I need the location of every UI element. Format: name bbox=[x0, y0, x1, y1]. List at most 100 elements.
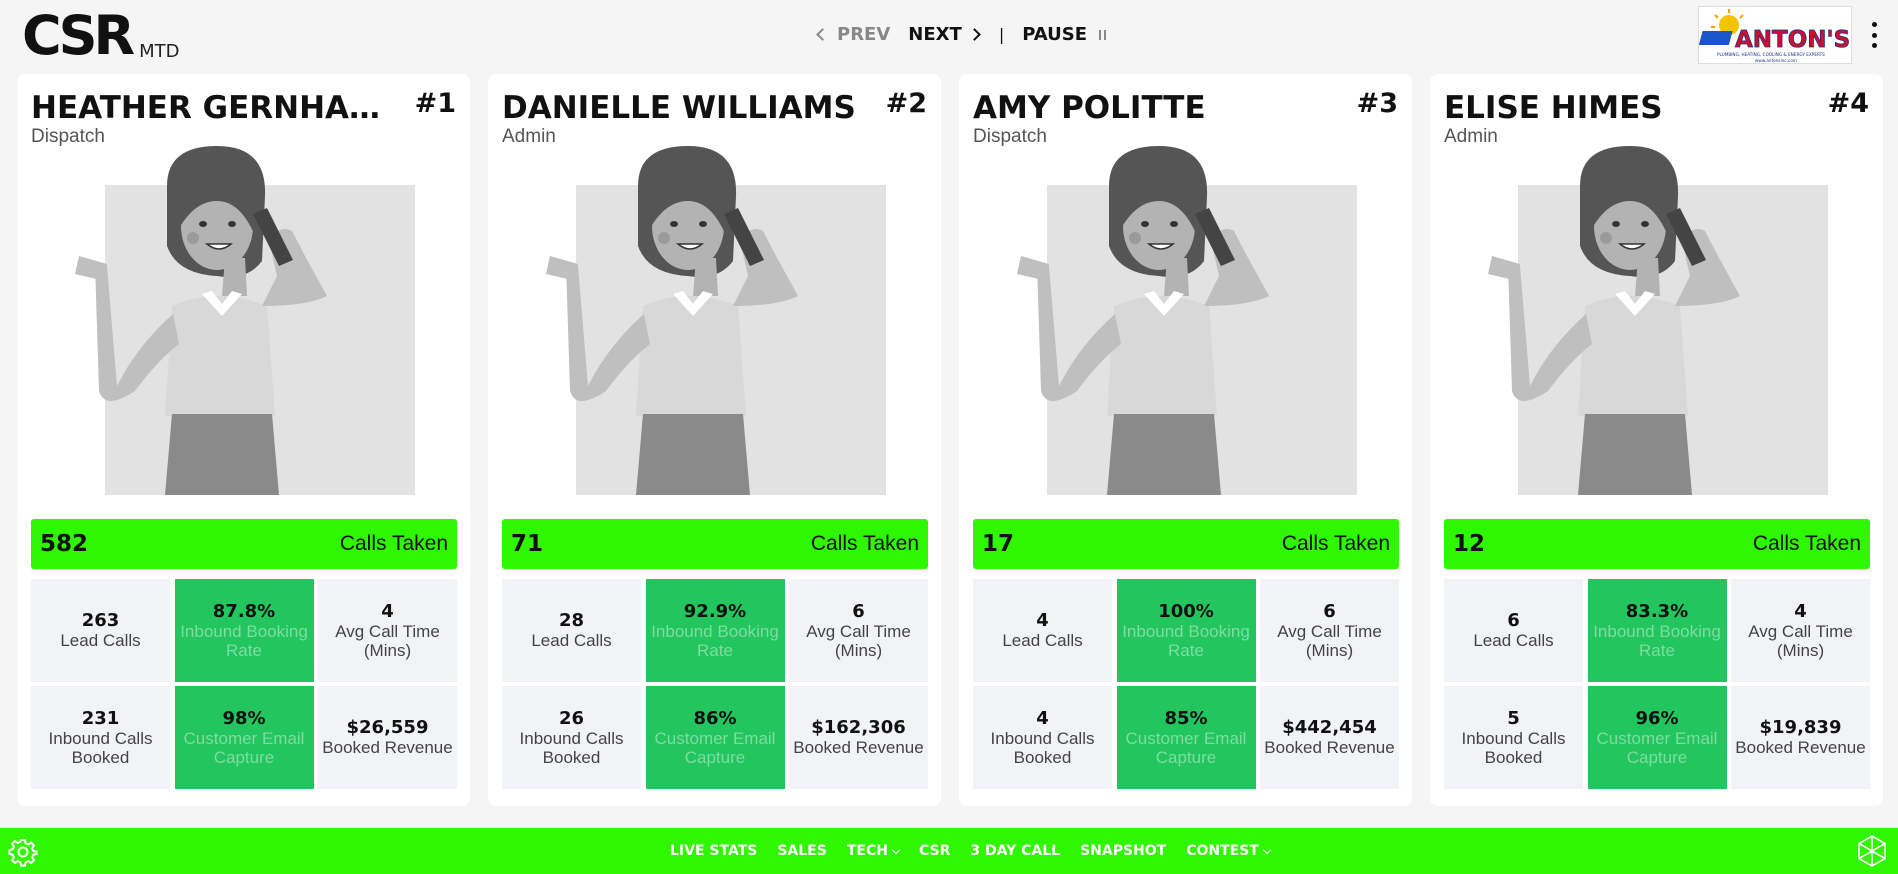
footer-item-label: CSR bbox=[918, 843, 951, 859]
nav-separator: | bbox=[998, 25, 1005, 44]
chevron-down-icon bbox=[891, 845, 901, 854]
prev-button[interactable]: PREV bbox=[816, 24, 891, 45]
next-button[interactable]: NEXT bbox=[908, 24, 981, 45]
stat-booked-revenue: $162,306 Booked Revenue bbox=[789, 686, 928, 789]
stat-value: $162,306 bbox=[811, 717, 906, 738]
stat-avg-call-time: 6 Avg Call Time (Mins) bbox=[789, 579, 928, 682]
calls-taken-bar: 71 Calls Taken bbox=[502, 519, 928, 569]
top-bar: CSR MTD PREV NEXT | PAUSE ANTON'S PLUMBI… bbox=[0, 0, 1898, 72]
calls-taken-bar: 12 Calls Taken bbox=[1444, 519, 1870, 569]
page-brand: CSR MTD bbox=[22, 8, 180, 64]
stat-lead-calls: 6 Lead Calls bbox=[1444, 579, 1583, 682]
stat-label: Inbound Calls Booked bbox=[990, 728, 1095, 767]
page-title: CSR bbox=[22, 4, 135, 67]
stat-label: Inbound Calls Booked bbox=[48, 728, 153, 767]
stat-avg-call-time: 6 Avg Call Time (Mins) bbox=[1260, 579, 1399, 682]
stat-value: 6 bbox=[852, 600, 865, 622]
stat-booked-revenue: $19,839 Booked Revenue bbox=[1731, 686, 1870, 789]
gear-icon[interactable] bbox=[8, 837, 38, 867]
stat-label: Lead Calls bbox=[1473, 631, 1554, 650]
employee-role: Admin bbox=[502, 126, 556, 147]
stat-value: $26,559 bbox=[346, 717, 429, 738]
footer-item-snapshot[interactable]: SNAPSHOT bbox=[1080, 843, 1166, 859]
chevron-down-icon bbox=[1262, 845, 1272, 854]
stat-label: Avg Call Time (Mins) bbox=[335, 621, 440, 660]
footer-item-live-stats[interactable]: LIVE STATS bbox=[670, 843, 757, 859]
stat-value: 231 bbox=[81, 707, 120, 729]
stat-label: Inbound Booking Rate bbox=[1593, 621, 1721, 660]
stat-inbound-booking-rate: 87.8% Inbound Booking Rate bbox=[174, 579, 314, 682]
avatar bbox=[57, 146, 437, 502]
footer-item-label: CONTEST bbox=[1186, 843, 1259, 859]
stat-lead-calls: 263 Lead Calls bbox=[31, 579, 170, 682]
stat-label: Inbound Booking Rate bbox=[651, 621, 779, 660]
employee-card: DANIELLE WILLIAMS #2 Admin 71 Calls Take… bbox=[488, 74, 941, 806]
prev-label: PREV bbox=[837, 24, 891, 45]
calls-taken-label: Calls Taken bbox=[1281, 532, 1390, 555]
stat-value: 4 bbox=[1036, 610, 1049, 631]
stat-label: Booked Revenue bbox=[1735, 738, 1866, 757]
footer-item-contest[interactable]: CONTEST bbox=[1186, 843, 1272, 859]
stat-label: Lead Calls bbox=[60, 631, 141, 650]
employee-rank: #2 bbox=[885, 88, 927, 119]
calls-taken-label: Calls Taken bbox=[1752, 532, 1861, 555]
employee-card: HEATHER GERNHARDT #1 Dispatch 582 Calls … bbox=[17, 74, 470, 806]
stat-label: Customer Email Capture bbox=[654, 728, 776, 767]
footer-item-label: SALES bbox=[777, 843, 827, 859]
stat-label: Booked Revenue bbox=[322, 738, 453, 757]
kebab-menu-icon[interactable] bbox=[1872, 22, 1878, 48]
stat-inbound-booking-rate: 83.3% Inbound Booking Rate bbox=[1587, 579, 1727, 682]
employee-card: AMY POLITTE #3 Dispatch 17 Calls Taken 4… bbox=[959, 74, 1412, 806]
stat-value: 98% bbox=[222, 707, 266, 729]
stat-booked-revenue: $26,559 Booked Revenue bbox=[318, 686, 457, 789]
footer-item-3-day-call[interactable]: 3 DAY CALL bbox=[970, 843, 1060, 859]
calls-taken-bar: 582 Calls Taken bbox=[31, 519, 457, 569]
stat-label: Inbound Calls Booked bbox=[1461, 728, 1566, 767]
stat-customer-email-capture: 96% Customer Email Capture bbox=[1587, 686, 1727, 789]
employee-name: AMY POLITTE bbox=[973, 90, 1206, 126]
stat-label: Lead Calls bbox=[531, 631, 612, 650]
stat-avg-call-time: 4 Avg Call Time (Mins) bbox=[1731, 579, 1870, 682]
stat-label: Booked Revenue bbox=[793, 738, 924, 757]
employee-name: DANIELLE WILLIAMS bbox=[502, 90, 856, 126]
carousel-controls: PREV NEXT | PAUSE bbox=[816, 24, 1106, 45]
chevron-right-icon bbox=[967, 28, 981, 41]
employee-rank: #3 bbox=[1356, 88, 1398, 119]
company-logo: ANTON'S PLUMBING, HEATING, COOLING & ENE… bbox=[1698, 6, 1852, 64]
employee-name: ELISE HIMES bbox=[1444, 90, 1663, 126]
stat-value: 87.8% bbox=[212, 600, 276, 622]
avatar bbox=[999, 146, 1379, 502]
svg-text:ANTON'S: ANTON'S bbox=[1735, 27, 1850, 53]
stat-label: Customer Email Capture bbox=[1125, 728, 1247, 767]
calls-taken-value: 582 bbox=[40, 531, 89, 557]
footer-item-tech[interactable]: TECH bbox=[847, 843, 901, 859]
footer-item-sales[interactable]: SALES bbox=[777, 843, 827, 859]
stat-value: 4 bbox=[1794, 600, 1807, 622]
stats-grid: 4 Lead Calls 100% Inbound Booking Rate 6 Av… bbox=[973, 579, 1399, 789]
stat-inbound-calls-booked: 4 Inbound Calls Booked bbox=[973, 686, 1112, 789]
stat-customer-email-capture: 98% Customer Email Capture bbox=[174, 686, 314, 789]
footer-item-csr[interactable]: CSR bbox=[919, 843, 950, 859]
stat-value: 96% bbox=[1635, 707, 1679, 729]
pause-icon bbox=[1099, 29, 1106, 40]
stat-label: Avg Call Time (Mins) bbox=[1277, 621, 1382, 660]
stat-lead-calls: 28 Lead Calls bbox=[502, 579, 641, 682]
pause-button[interactable]: PAUSE bbox=[1022, 24, 1106, 45]
stat-inbound-booking-rate: 92.9% Inbound Booking Rate bbox=[645, 579, 785, 682]
stat-value: 100% bbox=[1158, 600, 1214, 622]
calls-taken-label: Calls Taken bbox=[810, 532, 919, 555]
chevron-left-icon bbox=[816, 28, 829, 41]
next-label: NEXT bbox=[908, 24, 962, 45]
stats-grid: 6 Lead Calls 83.3% Inbound Booking Rate 4A… bbox=[1444, 579, 1870, 789]
employee-role: Dispatch bbox=[31, 126, 105, 147]
svg-text:www.antonsinc.com: www.antonsinc.com bbox=[1755, 58, 1797, 63]
employee-role: Admin bbox=[1444, 126, 1498, 147]
calls-taken-value: 12 bbox=[1453, 531, 1486, 557]
cube-network-icon[interactable] bbox=[1854, 833, 1890, 869]
footer-item-label: SNAPSHOT bbox=[1080, 843, 1167, 859]
page-subtitle: MTD bbox=[139, 41, 180, 62]
stat-label: Avg Call Time (Mins) bbox=[1748, 621, 1853, 660]
stat-value: 92.9% bbox=[683, 600, 747, 622]
svg-text:PLUMBING, HEATING, COOLING & E: PLUMBING, HEATING, COOLING & ENERGY EXPE… bbox=[1717, 52, 1825, 57]
bottom-nav-bar: LIVE STATS SALES TECH CSR 3 DAY CALL SNA… bbox=[0, 828, 1898, 874]
